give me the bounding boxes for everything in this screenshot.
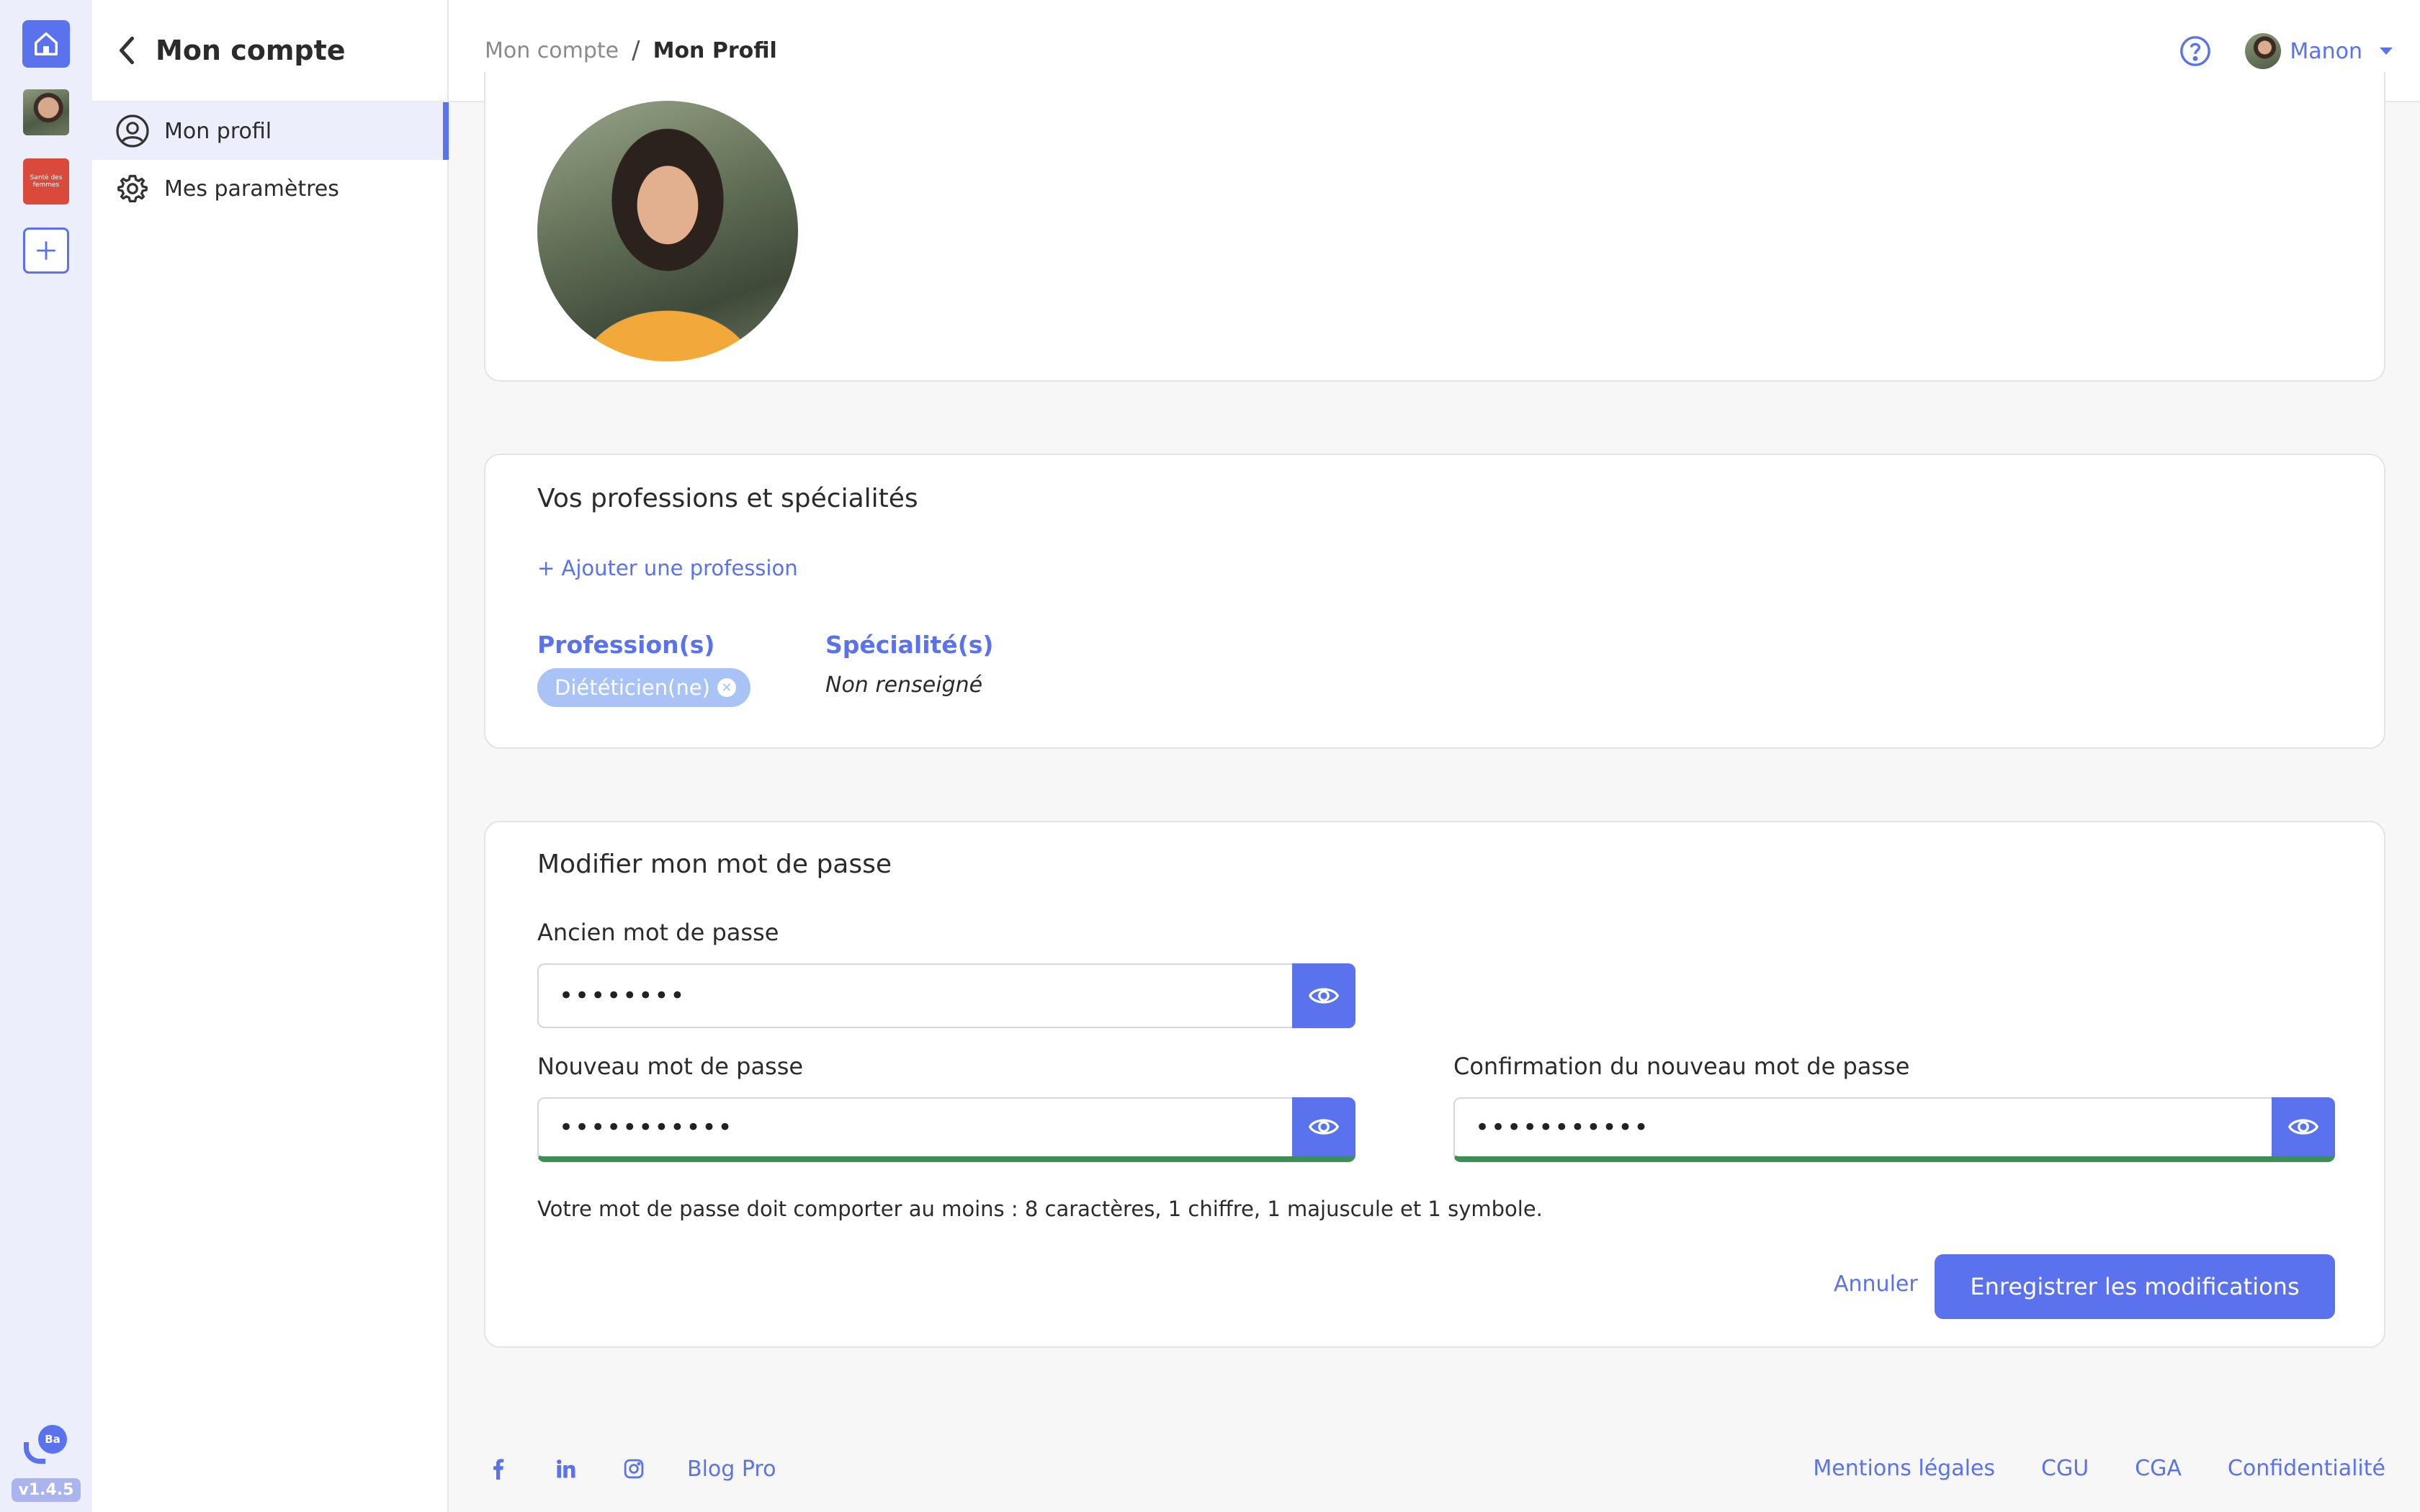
professions-card: Vos professions et spécialités + Ajouter… xyxy=(484,454,2385,749)
gear-icon xyxy=(114,170,151,207)
avatar[interactable] xyxy=(2245,33,2282,69)
old-password-field: •••••••• xyxy=(537,963,1355,1028)
app-rail: Santé des femmes Ba v1.4.5 xyxy=(0,0,92,1512)
footer: Blog Pro Mentions légales CGU CGA Confid… xyxy=(484,1447,2385,1490)
privacy-link[interactable]: Confidentialité xyxy=(2228,1456,2385,1481)
cga-link[interactable]: CGA xyxy=(2135,1456,2182,1481)
plus-icon xyxy=(37,241,55,260)
profile-workspace-thumbnail[interactable] xyxy=(23,89,69,135)
toggle-visibility-button[interactable] xyxy=(1292,1097,1355,1162)
old-password-input[interactable]: •••••••• xyxy=(537,963,1292,1028)
cgu-link[interactable]: CGU xyxy=(2041,1456,2089,1481)
specialty-column-label: Spécialité(s) xyxy=(825,631,994,659)
linkedin-icon[interactable] xyxy=(552,1454,581,1483)
new-password-input[interactable]: ••••••••••• xyxy=(537,1097,1292,1162)
new-password-field: ••••••••••• xyxy=(537,1097,1355,1162)
old-password-label: Ancien mot de passe xyxy=(537,919,779,946)
add-profession-link[interactable]: + Ajouter une profession xyxy=(537,556,798,580)
password-card: Modifier mon mot de passe Ancien mot de … xyxy=(484,821,2385,1348)
save-button[interactable]: Enregistrer les modifications xyxy=(1935,1254,2335,1319)
sidebar-item-label: Mon profil xyxy=(164,118,272,144)
facebook-icon[interactable] xyxy=(484,1454,513,1483)
app-logo-text: Ba xyxy=(38,1425,67,1454)
toggle-visibility-button[interactable] xyxy=(1292,963,1355,1028)
user-menu-name[interactable]: Manon xyxy=(2290,39,2362,64)
eye-icon xyxy=(1308,988,1340,1004)
profile-photo[interactable] xyxy=(537,101,798,361)
brand-workspace-thumbnail[interactable]: Santé des femmes xyxy=(23,158,69,204)
home-icon xyxy=(35,32,58,55)
blog-link[interactable]: Blog Pro xyxy=(687,1457,776,1482)
new-password-label: Nouveau mot de passe xyxy=(537,1053,804,1080)
sidebar-item-label: Mes paramètres xyxy=(164,176,339,202)
remove-chip-icon[interactable]: ✕ xyxy=(717,678,736,697)
profile-photo-card xyxy=(484,72,2385,382)
help-icon[interactable] xyxy=(2179,35,2212,68)
profession-chip: Diététicien(ne) ✕ xyxy=(537,668,750,707)
sidebar-item-profile[interactable]: Mon profil xyxy=(92,102,449,160)
professions-title: Vos professions et spécialités xyxy=(537,484,918,513)
user-circle-icon xyxy=(114,112,151,150)
sidebar-title: Mon compte xyxy=(156,35,346,66)
breadcrumb: Mon compte / Mon Profil xyxy=(485,36,777,65)
brand-thumbnail-text: Santé des femmes xyxy=(30,174,63,189)
app-logo: Ba xyxy=(21,1423,71,1467)
legal-notice-link[interactable]: Mentions légales xyxy=(1813,1456,1995,1481)
breadcrumb-parent[interactable]: Mon compte xyxy=(485,38,619,63)
confirm-password-input[interactable]: ••••••••••• xyxy=(1453,1097,2272,1162)
profession-column-label: Profession(s) xyxy=(537,631,715,659)
specialty-value: Non renseigné xyxy=(825,672,983,698)
home-button[interactable] xyxy=(22,20,70,68)
password-requirements: Votre mot de passe doit comporter au moi… xyxy=(537,1197,1543,1221)
breadcrumb-separator: / xyxy=(632,36,640,65)
eye-icon xyxy=(2287,1119,2319,1135)
eye-icon xyxy=(1308,1119,1340,1135)
add-workspace-button[interactable] xyxy=(23,228,69,274)
profession-chip-label: Diététicien(ne) xyxy=(555,675,710,700)
breadcrumb-current: Mon Profil xyxy=(653,37,777,63)
confirm-password-label: Confirmation du nouveau mot de passe xyxy=(1453,1053,1910,1080)
version-badge: v1.4.5 xyxy=(11,1478,81,1502)
instagram-icon[interactable] xyxy=(619,1454,648,1483)
sidebar-item-settings[interactable]: Mes paramètres xyxy=(92,160,447,217)
toggle-visibility-button[interactable] xyxy=(2272,1097,2335,1162)
chevron-left-icon xyxy=(120,36,134,65)
account-sidebar: Mon compte Mon profil Mes paramètres xyxy=(92,0,449,1512)
cancel-button[interactable]: Annuler xyxy=(1834,1272,1918,1297)
confirm-password-field: ••••••••••• xyxy=(1453,1097,2335,1162)
chevron-down-icon[interactable] xyxy=(2380,48,2393,55)
back-button[interactable] xyxy=(112,36,141,65)
password-title: Modifier mon mot de passe xyxy=(537,850,892,879)
